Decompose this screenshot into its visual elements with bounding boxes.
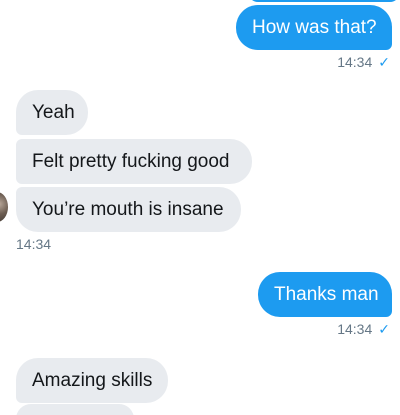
message-timestamp: 14:34: [16, 236, 51, 252]
incoming-message-bubble[interactable]: Felt pretty fucking good: [16, 139, 252, 184]
read-check-icon: ✓: [378, 321, 390, 337]
outgoing-message-bubble[interactable]: Thanks man: [258, 272, 392, 317]
dm-conversation: How was that? 14:34 ✓ Yeah Felt pretty fu…: [0, 0, 400, 415]
message-text: You’re mouth is insane: [32, 199, 224, 220]
read-check-icon: ✓: [378, 54, 390, 70]
timestamp-text: 14:34: [337, 321, 373, 337]
message-timestamp: 14:34 ✓: [337, 321, 390, 338]
timestamp-text: 14:34: [16, 236, 52, 252]
message-timestamp: 14:34 ✓: [337, 54, 390, 71]
incoming-message-bubble[interactable]: You’re mouth is insane: [16, 187, 241, 232]
outgoing-message-bubble[interactable]: How was that?: [236, 5, 392, 50]
next-incoming-bubble[interactable]: [16, 404, 134, 415]
message-text: Amazing skills: [32, 370, 153, 391]
incoming-message-bubble[interactable]: Yeah: [16, 90, 88, 135]
message-text: Thanks man: [274, 284, 379, 305]
previous-outgoing-bubble[interactable]: [248, 0, 400, 2]
message-text: Felt pretty fucking good: [32, 151, 230, 172]
message-text: Yeah: [32, 102, 75, 123]
message-text: How was that?: [252, 17, 377, 38]
sender-avatar[interactable]: [0, 192, 8, 222]
timestamp-text: 14:34: [337, 54, 373, 70]
incoming-message-bubble[interactable]: Amazing skills: [16, 358, 168, 403]
